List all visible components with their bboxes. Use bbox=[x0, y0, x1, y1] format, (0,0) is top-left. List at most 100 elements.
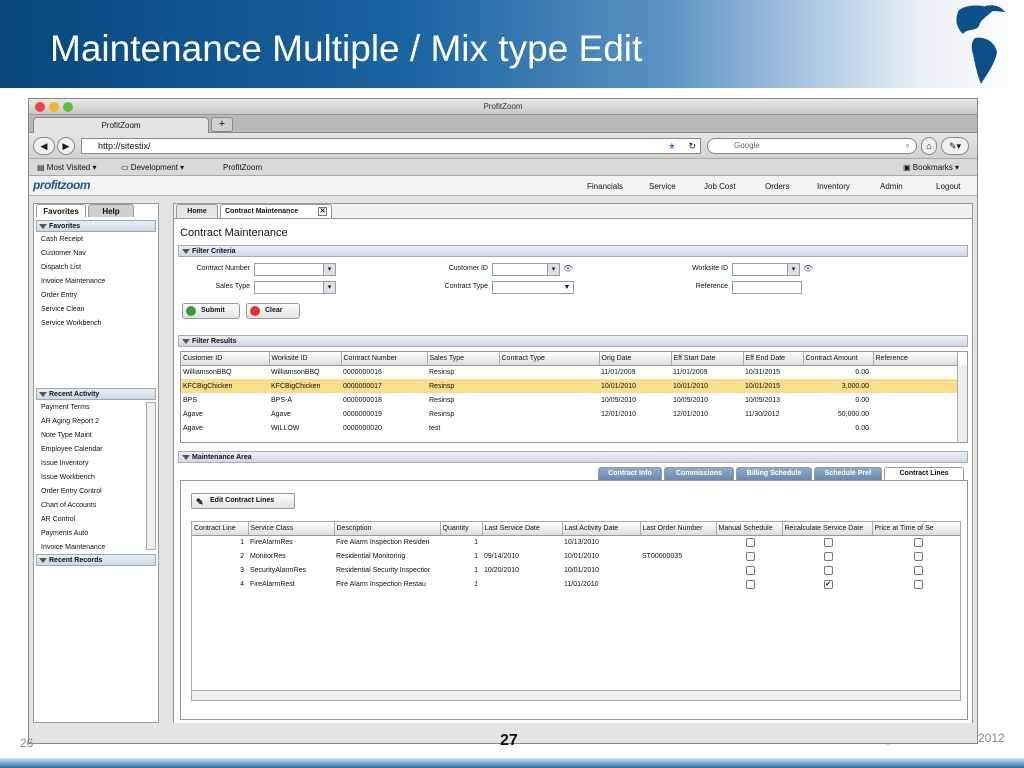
manual-checkbox[interactable] bbox=[745, 565, 755, 575]
forward-button[interactable]: ▶ bbox=[57, 137, 75, 155]
tab-schedule-pref[interactable]: Schedule Pref bbox=[814, 467, 882, 480]
price-checkbox[interactable] bbox=[913, 551, 923, 561]
browser-tab[interactable]: ProfitZoom bbox=[33, 117, 209, 133]
table-row[interactable]: 1 FireAlarmRes Fire Alarm Inspection Resid… bbox=[192, 535, 960, 549]
lookup-icon[interactable]: ▾ bbox=[323, 282, 335, 293]
results-column-header[interactable]: Worksite ID bbox=[269, 352, 342, 366]
reload-icon[interactable]: ↻ bbox=[688, 139, 696, 153]
results-column-header[interactable]: Contract Amount bbox=[803, 352, 874, 366]
menu-financials[interactable]: Financials bbox=[587, 182, 623, 191]
price-checkbox[interactable] bbox=[913, 579, 923, 589]
recent-activity-item[interactable]: Chart of Accounts bbox=[41, 502, 96, 509]
recent-activity-item[interactable]: Payments Auto bbox=[41, 530, 88, 537]
contract-type-select[interactable]: ▼ bbox=[492, 281, 574, 294]
tab-favorites[interactable]: Favorites bbox=[36, 204, 86, 217]
results-column-header[interactable]: Contract Type bbox=[499, 352, 600, 366]
recent-activity-item[interactable]: Payment Terms bbox=[41, 404, 90, 411]
view-eye-icon[interactable]: 👁 bbox=[803, 264, 813, 273]
favorite-item[interactable]: Service Workbench bbox=[41, 320, 102, 327]
bookmarks-menu[interactable]: ▣ Bookmarks ▾ bbox=[903, 163, 959, 172]
results-column-header[interactable]: Reference bbox=[873, 352, 958, 366]
recalc-checkbox[interactable] bbox=[823, 537, 833, 547]
results-column-header[interactable]: Eff Start Date bbox=[671, 352, 744, 366]
results-scrollbar[interactable] bbox=[957, 365, 967, 442]
submit-button[interactable]: Submit bbox=[182, 303, 240, 319]
recent-activity-item[interactable]: Invoice Maintenance bbox=[41, 544, 105, 552]
search-icon[interactable]: ⌕ bbox=[906, 139, 910, 153]
recent-activity-item[interactable]: Employee Calendar bbox=[41, 446, 102, 453]
recalc-checkbox[interactable] bbox=[823, 551, 833, 561]
table-row[interactable]: 2 MonitorRes Residential Monitoring 1 09/14/… bbox=[192, 549, 960, 563]
tab-billing-schedule[interactable]: Billing Schedule bbox=[736, 467, 812, 480]
tab-contract-lines[interactable]: Contract Lines bbox=[884, 467, 964, 480]
lines-column-header[interactable]: Last Order Number bbox=[640, 522, 717, 536]
results-column-header[interactable]: Contract Number bbox=[341, 352, 428, 366]
favorite-item[interactable]: Cash Receipt bbox=[41, 236, 83, 243]
manual-checkbox[interactable] bbox=[745, 579, 755, 589]
favorites-section-header[interactable]: Favorites bbox=[36, 220, 156, 232]
filter-results-header[interactable]: Filter Results bbox=[178, 335, 968, 347]
extension-button[interactable]: ✎▾ bbox=[941, 137, 969, 155]
price-checkbox[interactable] bbox=[913, 565, 923, 575]
view-eye-icon[interactable]: 👁 bbox=[563, 264, 573, 273]
reference-input[interactable] bbox=[732, 281, 802, 294]
lines-column-header[interactable]: Recalculate Service Date bbox=[782, 522, 873, 536]
favorite-item[interactable]: Dispatch List bbox=[41, 264, 81, 271]
profitzoom-bookmark[interactable]: ProfitZoom bbox=[223, 163, 262, 172]
recalc-checkbox[interactable] bbox=[823, 565, 833, 575]
manual-checkbox[interactable] bbox=[745, 537, 755, 547]
lines-column-header[interactable]: Manual Schedule bbox=[716, 522, 783, 536]
price-checkbox[interactable] bbox=[913, 537, 923, 547]
results-column-header[interactable]: Eff End Date bbox=[743, 352, 804, 366]
favorite-item[interactable]: Service Clean bbox=[41, 306, 85, 313]
menu-logout[interactable]: Logout bbox=[936, 182, 960, 191]
bookmark-star-icon[interactable]: ★ bbox=[668, 139, 676, 153]
lines-column-header[interactable]: Description bbox=[334, 522, 441, 536]
sales-type-input[interactable]: ▾ bbox=[254, 281, 336, 294]
recent-activity-item[interactable]: AR Aging Report 2 bbox=[41, 418, 99, 425]
favorite-item[interactable]: Customer Nav bbox=[41, 250, 86, 257]
table-row[interactable]: 4 FireAlarmRest Fire Alarm Inspection Rest… bbox=[192, 577, 960, 591]
lines-column-header[interactable]: Last Activity Date bbox=[562, 522, 641, 536]
menu-inventory[interactable]: Inventory bbox=[817, 182, 850, 191]
menu-job-cost[interactable]: Job Cost bbox=[704, 182, 736, 191]
menu-orders[interactable]: Orders bbox=[765, 182, 789, 191]
recalc-checkbox[interactable]: ✔ bbox=[823, 579, 833, 589]
tab-commissions[interactable]: Commissions bbox=[664, 467, 734, 480]
results-column-header[interactable]: Sales Type bbox=[427, 352, 500, 366]
lookup-icon[interactable]: ▾ bbox=[787, 264, 799, 275]
recent-activity-item[interactable]: Order Entry Control bbox=[41, 488, 102, 495]
most-visited-bookmark[interactable]: ▤ Most Visited ▾ bbox=[37, 163, 96, 172]
search-input[interactable]: Google ⌕ bbox=[707, 138, 917, 154]
favorite-item[interactable]: Order Entry bbox=[41, 292, 77, 299]
lines-column-header[interactable]: Last Service Date bbox=[482, 522, 563, 536]
lines-column-header[interactable]: Price at Time of Se bbox=[872, 522, 960, 536]
menu-service[interactable]: Service bbox=[649, 182, 676, 191]
table-row[interactable]: 3 SecurityAlarmRes Residential Security In… bbox=[192, 563, 960, 577]
recent-records-section-header[interactable]: Recent Records bbox=[36, 554, 156, 566]
edit-contract-lines-button[interactable]: ✎ Edit Contract Lines bbox=[191, 493, 295, 509]
table-row[interactable]: BPS BPS-A 0000000018 Resinsp 10/05/2010 10/05… bbox=[181, 393, 957, 407]
favorite-item[interactable]: Invoice Maintenance bbox=[41, 278, 105, 285]
lookup-icon[interactable]: ▾ bbox=[323, 264, 335, 275]
recent-activity-item[interactable]: Issue Inventory bbox=[41, 460, 88, 467]
menu-admin[interactable]: Admin bbox=[880, 182, 903, 191]
tab-home[interactable]: Home bbox=[176, 204, 218, 218]
lines-column-header[interactable]: Contract Line bbox=[192, 522, 249, 536]
table-row[interactable]: Agave Agave 0000000019 Resinsp 12/01/2010 12/… bbox=[181, 407, 957, 421]
development-bookmark[interactable]: ▭ Development ▾ bbox=[121, 163, 184, 172]
customer-id-input[interactable]: ▾ bbox=[492, 263, 560, 276]
url-input[interactable]: http://sitestix/ ★ ↻ bbox=[81, 138, 701, 154]
recent-activity-scrollbar[interactable] bbox=[146, 402, 156, 550]
recent-activity-item[interactable]: Issue Workbench bbox=[41, 474, 95, 481]
worksite-id-input[interactable]: ▾ bbox=[732, 263, 800, 276]
results-column-header[interactable]: Orig Date bbox=[599, 352, 672, 366]
lines-column-header[interactable]: Service Class bbox=[248, 522, 335, 536]
lookup-icon[interactable]: ▾ bbox=[547, 264, 559, 275]
home-button[interactable]: ⌂ bbox=[921, 137, 937, 155]
lines-column-header[interactable]: Quantity bbox=[440, 522, 483, 536]
lines-horizontal-scrollbar[interactable] bbox=[192, 690, 960, 700]
table-row[interactable]: Agave WILLOW 0000000020 test 0.00 bbox=[181, 421, 957, 435]
contract-number-input[interactable]: ▾ bbox=[254, 263, 336, 276]
clear-button[interactable]: Clear bbox=[246, 303, 300, 319]
